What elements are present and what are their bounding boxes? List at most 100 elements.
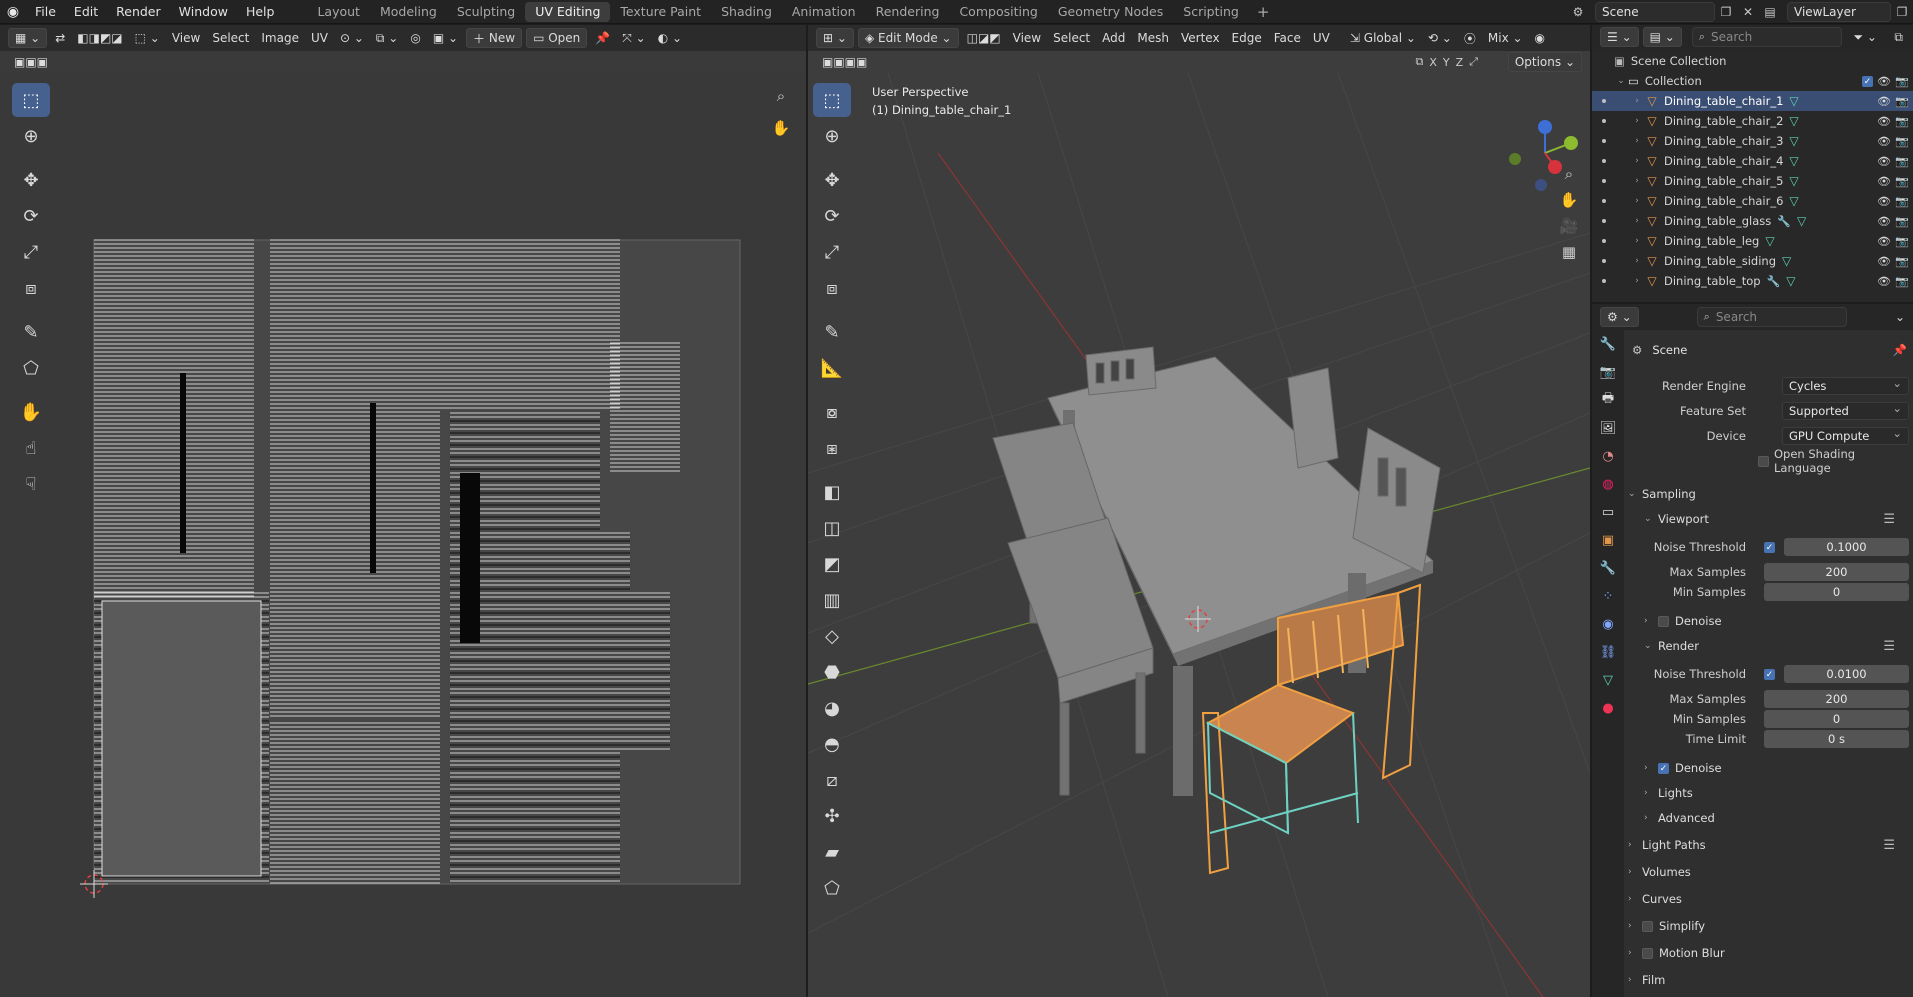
select-mode-icons[interactable]: ◧◨◩◪ bbox=[71, 28, 128, 48]
gizmo-icon[interactable]: ⤧ ⌄ bbox=[616, 28, 651, 48]
time-limit-field[interactable]: 0 s bbox=[1764, 730, 1909, 748]
move-tool-icon[interactable]: ✥ bbox=[12, 163, 50, 197]
outliner-search-input[interactable]: ⌕ Search bbox=[1691, 27, 1842, 47]
expand-chevron-icon[interactable]: › bbox=[1630, 276, 1644, 286]
blender-logo-icon[interactable]: ◉ bbox=[0, 0, 26, 24]
render-visibility-icon[interactable]: 📷 bbox=[1895, 175, 1909, 188]
render-visibility-icon[interactable]: 📷 bbox=[1895, 215, 1909, 228]
outliner-item-row[interactable]: › ▽ Dining_table_leg ▽ 👁 📷 bbox=[1592, 231, 1913, 251]
film-panel-header[interactable]: › Film bbox=[1628, 968, 1909, 992]
collection-visibility-icon[interactable]: 👁 bbox=[1877, 75, 1891, 88]
uv-menu-image[interactable]: Image bbox=[255, 28, 305, 48]
osl-checkbox[interactable] bbox=[1758, 455, 1769, 467]
collection-row[interactable]: ⌄ ▭ Collection ✓ 👁 📷 bbox=[1592, 71, 1913, 91]
device-dropdown[interactable]: GPU Compute bbox=[1782, 426, 1909, 445]
vp-zoom-icon[interactable]: ⌕ bbox=[1558, 165, 1580, 183]
viewport-presets-icon[interactable]: ☰ bbox=[1883, 512, 1895, 527]
expand-chevron-icon[interactable]: › bbox=[1630, 216, 1644, 226]
orientation-selector[interactable]: ⇲ Global ⌄ bbox=[1344, 28, 1422, 48]
proportional-edit-icon[interactable]: ◎ bbox=[404, 28, 426, 48]
modifier-icon[interactable]: 🔧 bbox=[1767, 275, 1781, 288]
shear-tool-icon[interactable]: ▰ bbox=[813, 835, 851, 869]
select-box-mode-icons[interactable]: ▣▣▣ bbox=[8, 52, 54, 72]
collection-checkbox[interactable]: ✓ bbox=[1862, 75, 1873, 87]
menu-edit[interactable]: Edit bbox=[65, 0, 107, 24]
camera-view-icon[interactable]: 🎥 bbox=[1558, 217, 1580, 235]
open-image-button[interactable]: ▭ Open bbox=[526, 28, 588, 48]
vp-menu-view[interactable]: View bbox=[1007, 28, 1047, 48]
rip-region-tool-icon[interactable]: ⬠ bbox=[813, 871, 851, 905]
vp-move-tool-icon[interactable]: ✥ bbox=[813, 163, 851, 197]
view-layer-tab-icon[interactable]: 🖼 bbox=[1592, 414, 1624, 442]
render-subpanel-header[interactable]: ⌄ Render ☰ bbox=[1644, 634, 1909, 658]
vp-menu-edge[interactable]: Edge bbox=[1226, 28, 1268, 48]
overlay-icon[interactable]: ◐ ⌄ bbox=[652, 28, 688, 48]
mesh-data-icon[interactable]: ▽ bbox=[1782, 254, 1791, 268]
tab-animation[interactable]: Animation bbox=[782, 2, 866, 22]
pivot-point-icon[interactable]: ⟲ ⌄ bbox=[1422, 28, 1458, 48]
viewport-subpanel-header[interactable]: ⌄ Viewport ☰ bbox=[1644, 507, 1909, 531]
modifier-icon[interactable]: 🔧 bbox=[1777, 215, 1791, 228]
properties-editor-type-icon[interactable]: ⚙ ⌄ bbox=[1600, 307, 1639, 327]
motion-blur-checkbox[interactable] bbox=[1642, 947, 1653, 959]
inset-tool-icon[interactable]: ◫ bbox=[813, 511, 851, 545]
vp-menu-uv[interactable]: UV bbox=[1307, 28, 1336, 48]
loop-cut-tool-icon[interactable]: ▥ bbox=[813, 583, 851, 617]
mode-selector[interactable]: ◈ Edit Mode ⌄ bbox=[857, 28, 959, 48]
mesh-select-mode-icons[interactable]: ◫◪◩ bbox=[961, 28, 1007, 48]
smooth-tool-icon[interactable]: ◓ bbox=[813, 727, 851, 761]
mirror-y[interactable]: Y bbox=[1443, 56, 1450, 69]
mesh-data-icon[interactable]: ▽ bbox=[1789, 114, 1798, 128]
light-paths-presets-icon[interactable]: ☰ bbox=[1883, 838, 1895, 853]
scene-collection-row[interactable]: ▣ Scene Collection bbox=[1592, 51, 1913, 71]
pivot-icon[interactable]: ⊙ ⌄ bbox=[334, 28, 370, 48]
render-noise-field[interactable]: 0.0100 bbox=[1784, 665, 1909, 683]
menu-render[interactable]: Render bbox=[107, 0, 170, 24]
vp-select-box-mode-icons[interactable]: ▣▣▣▣ bbox=[816, 52, 873, 72]
rotate-tool-icon[interactable]: ⟳ bbox=[12, 199, 50, 233]
sampling-panel-header[interactable]: ⌄ Sampling bbox=[1628, 482, 1909, 506]
mesh-data-icon[interactable]: ▽ bbox=[1789, 134, 1798, 148]
scene-tab-icon[interactable]: ◔ bbox=[1592, 442, 1624, 470]
extrude-tool-icon[interactable]: ◧ bbox=[813, 475, 851, 509]
uv-menu-uv[interactable]: UV bbox=[305, 28, 334, 48]
edge-slide-tool-icon[interactable]: ⧄ bbox=[813, 763, 851, 797]
particles-tab-icon[interactable]: ⁘ bbox=[1592, 582, 1624, 610]
mesh-data-icon[interactable]: ▽ bbox=[1789, 194, 1798, 208]
properties-options-chevron-icon[interactable]: ⌄ bbox=[1889, 307, 1911, 327]
vp-menu-vertex[interactable]: Vertex bbox=[1175, 28, 1226, 48]
add-workspace-icon[interactable]: + bbox=[1249, 3, 1278, 21]
constraints-tab-icon[interactable]: ⛓ bbox=[1592, 638, 1624, 666]
view-layer-selector[interactable]: ViewLayer bbox=[1787, 2, 1891, 22]
expand-chevron-icon[interactable]: › bbox=[1630, 176, 1644, 186]
proportional-icon[interactable]: ◉ bbox=[1529, 28, 1551, 48]
motion-blur-panel-header[interactable]: › Motion Blur bbox=[1628, 941, 1909, 965]
zoom-icon[interactable]: ⌕ bbox=[770, 87, 792, 105]
new-view-layer-icon[interactable]: ❐ bbox=[1891, 2, 1913, 22]
render-denoise-checkbox[interactable]: ✓ bbox=[1658, 762, 1669, 774]
pan-hand-icon[interactable]: ✋ bbox=[770, 119, 792, 137]
new-image-button[interactable]: ＋ New bbox=[466, 28, 523, 48]
viewport-canvas[interactable] bbox=[808, 73, 1590, 997]
display-mode-icon[interactable]: ▤ ⌄ bbox=[1642, 27, 1682, 47]
outliner-item-row[interactable]: › ▽ Dining_table_chair_1 ▽ 👁 📷 bbox=[1592, 91, 1913, 111]
outliner-item-row[interactable]: › ▽ Dining_table_chair_6 ▽ 👁 📷 bbox=[1592, 191, 1913, 211]
viewport-min-field[interactable]: 0 bbox=[1764, 583, 1909, 601]
tab-uv-editing[interactable]: UV Editing bbox=[525, 1, 611, 22]
expand-chevron-icon[interactable]: › bbox=[1630, 196, 1644, 206]
menu-window[interactable]: Window bbox=[170, 0, 237, 24]
render-presets-icon[interactable]: ☰ bbox=[1883, 639, 1895, 654]
outliner-editor-type-icon[interactable]: ☰ ⌄ bbox=[1600, 27, 1639, 47]
tab-compositing[interactable]: Compositing bbox=[949, 2, 1047, 22]
viewport-noise-checkbox[interactable]: ✓ bbox=[1764, 541, 1775, 553]
visibility-icon[interactable]: 👁 bbox=[1877, 255, 1891, 268]
tab-texture-paint[interactable]: Texture Paint bbox=[610, 2, 711, 22]
options-button[interactable]: Options ⌄ bbox=[1507, 52, 1582, 72]
tool-tab-icon[interactable]: 🔧 bbox=[1592, 330, 1624, 358]
pin-icon[interactable]: 📌 bbox=[589, 28, 616, 48]
visibility-icon[interactable]: 👁 bbox=[1877, 95, 1891, 108]
collection-tab-icon[interactable]: ▭ bbox=[1592, 498, 1624, 526]
mesh-data-icon[interactable]: ▽ bbox=[1797, 214, 1806, 228]
spin-tool-icon[interactable]: ◕ bbox=[813, 691, 851, 725]
simplify-checkbox[interactable] bbox=[1642, 920, 1653, 932]
